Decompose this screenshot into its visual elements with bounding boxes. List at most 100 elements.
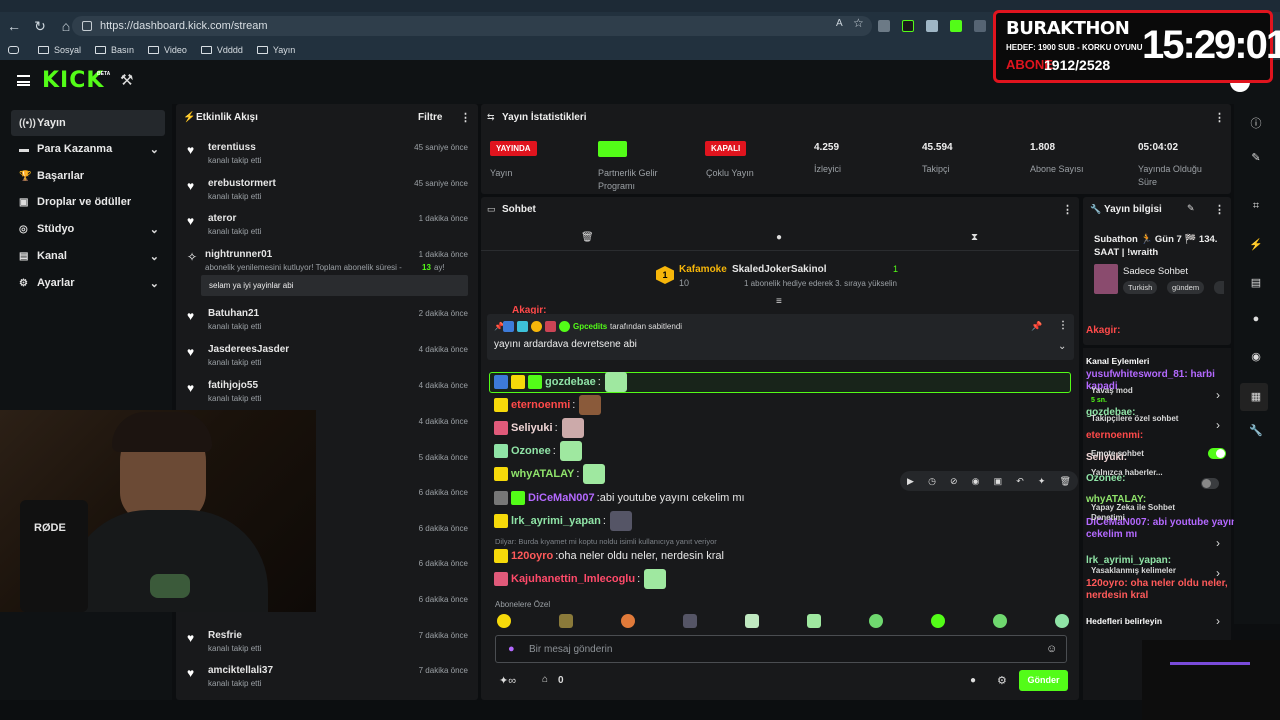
document-icon[interactable]: ▤ [1248,276,1264,292]
chat-username[interactable]: gozdebae [545,376,596,388]
activity-username[interactable]: JasdereesJasder [208,344,289,355]
extension-icon[interactable] [974,20,986,32]
chat-username[interactable]: eternoenmi [511,399,570,411]
lightning-icon[interactable]: ⚡ [1248,238,1264,254]
channel-action-item[interactable]: Emote sohbet [1091,449,1211,459]
extension-icon[interactable] [950,20,962,32]
chat-settings-icon[interactable]: ⚙ [997,674,1007,687]
chat-message[interactable]: whyATALAY: [494,464,606,484]
chevron-right-icon[interactable]: › [1216,566,1220,580]
chat-username[interactable]: Ozonee [511,445,551,457]
back-icon[interactable]: ← [2,14,26,38]
read-aloud-icon[interactable]: A [836,18,843,29]
wrench-icon[interactable]: 🔧 [1248,424,1264,440]
chevron-right-icon[interactable]: › [1216,536,1220,550]
microphone-icon[interactable]: ● [508,643,515,655]
tag-gundem[interactable]: gündem [1167,281,1205,294]
chevron-right-icon[interactable]: › [1216,614,1220,628]
sidebar-item-droplar[interactable]: ▣ Droplar ve ödüller [11,189,165,215]
activity-username[interactable]: amciktellali37 [208,665,273,676]
channel-action-item[interactable]: Takipçilere özel sohbet [1091,414,1211,424]
play-icon[interactable]: ▶ [907,476,914,487]
activity-username[interactable]: fatihjojo55 [208,380,258,391]
emote[interactable] [683,614,697,628]
emoji-icon[interactable]: ☺ [1046,643,1057,655]
chat-message[interactable]: Kajuhanettin_lmlecoglu: [494,569,667,589]
extension-icon[interactable] [902,20,914,32]
hourglass-icon[interactable]: ⧗ [971,232,978,243]
chat-users-icon[interactable]: ● [970,675,976,686]
chat-message[interactable]: Seliyuki: [494,418,584,438]
chat-username[interactable]: whyATALAY [511,468,574,480]
bookmark-video[interactable]: Video [148,45,187,55]
channel-action-item[interactable]: Yavaş mod [1091,386,1211,396]
emote[interactable] [869,614,883,628]
trash-icon[interactable]: 🗑 [581,232,594,243]
edit-icon[interactable]: ✎ [1187,203,1195,214]
hamburger-menu-icon[interactable] [17,75,30,86]
chat-message[interactable]: Ozonee: [494,441,582,461]
bookmark-yayin[interactable]: Yayın [256,45,295,55]
emote[interactable] [559,614,573,628]
activity-menu-icon[interactable]: ⋮ [460,111,471,124]
extension-icon[interactable] [926,20,938,32]
hide-icon[interactable]: ⊘ [950,476,958,487]
clock-icon[interactable]: ◷ [928,476,936,487]
chevron-right-icon[interactable]: › [1216,418,1220,432]
sidebar-item-para-kazanma[interactable]: ▬ Para Kazanma ⌄ [11,136,165,162]
send-button[interactable]: Gönder [1019,670,1068,691]
gift-icon[interactable]: ⌂ [542,674,548,685]
emote[interactable] [497,614,511,628]
crop-icon[interactable]: ⌗ [1248,200,1264,216]
sparkle-icon[interactable]: ✦∞ [499,674,516,687]
activity-username[interactable]: erebustormert [208,178,276,189]
activity-username[interactable]: ateror [208,213,236,224]
bookmark-sosyal[interactable]: Sosyal [38,45,81,55]
chat-message[interactable]: 120oyro: oha neler oldu neler, nerdesin … [494,546,724,566]
favorite-star-icon[interactable]: ☆ [853,16,864,30]
channel-action-item[interactable]: Yapay Zeka ile Sohbet Denetimi [1091,503,1211,523]
chat-menu-icon[interactable]: ⋮ [1062,203,1073,216]
sidebar-item-basarilar[interactable]: 🏆 Başarılar [11,163,165,189]
activity-username[interactable]: Resfrie [208,630,242,641]
chevron-right-icon[interactable]: › [1216,388,1220,402]
emote[interactable] [621,614,635,628]
chat-message[interactable]: gozdebae: [494,372,627,392]
channel-action-item[interactable]: Yasaklanmış kelimeler [1091,566,1211,576]
chat-username[interactable]: lrk_ayrimi_yapan [511,515,601,527]
pinned-menu-icon[interactable]: ⋮ [1058,320,1068,331]
refresh-icon[interactable]: ↻ [28,14,52,38]
chat-username[interactable]: 120oyro [511,550,553,562]
hammer-icon[interactable]: ⚒ [120,71,133,89]
chat-message[interactable]: lrk_ayrimi_yapan: [494,511,632,531]
emote[interactable] [745,614,759,628]
sidebar-item-yayin[interactable]: ((•)) Yayın [11,110,165,136]
unpin-icon[interactable]: 📌 [1031,321,1042,332]
sidebar-item-studyo[interactable]: ◎ Stüdyo ⌄ [11,216,165,242]
stats-menu-icon[interactable]: ⋮ [1214,111,1225,124]
sidebar-item-ayarlar[interactable]: ⚙ Ayarlar ⌄ [11,270,165,296]
chat-input[interactable]: ● Bir mesaj gönderin ☺ [495,635,1067,663]
channel-action-item[interactable]: Yalnızca haberler... [1091,468,1211,478]
reply-icon[interactable]: ◉ [972,476,980,487]
chat-message[interactable]: eternoenmi: [494,395,602,415]
activity-username[interactable]: Batuhan21 [208,308,259,319]
emote[interactable] [931,614,945,628]
bookmark-vdddd[interactable]: Vdddd [200,45,243,55]
chat-icon[interactable]: ● [1248,313,1264,329]
sidebar-item-kanal[interactable]: ▤ Kanal ⌄ [11,243,165,269]
activity-username[interactable]: terentiuss [208,142,256,153]
bookmark-basin[interactable]: Basın [95,45,134,55]
subs-only-toggle[interactable] [1201,478,1219,489]
emote-chat-toggle[interactable] [1208,448,1226,459]
url-field[interactable]: https://dashboard.kick.com/stream [72,16,872,36]
broadcast-icon[interactable]: ◉ [1248,350,1264,366]
info-menu-icon[interactable]: ⋮ [1214,203,1225,216]
chat-username[interactable]: DiCeMaN007 [528,492,595,504]
chat-mode-icon[interactable]: ● [776,232,782,243]
activity-filter-button[interactable]: Filtre [418,112,442,123]
emote[interactable] [993,614,1007,628]
expand-icon[interactable]: ≡ [776,296,782,307]
kick-logo[interactable]: KICK [42,68,104,93]
undo-icon[interactable]: ↶ [1016,476,1024,487]
